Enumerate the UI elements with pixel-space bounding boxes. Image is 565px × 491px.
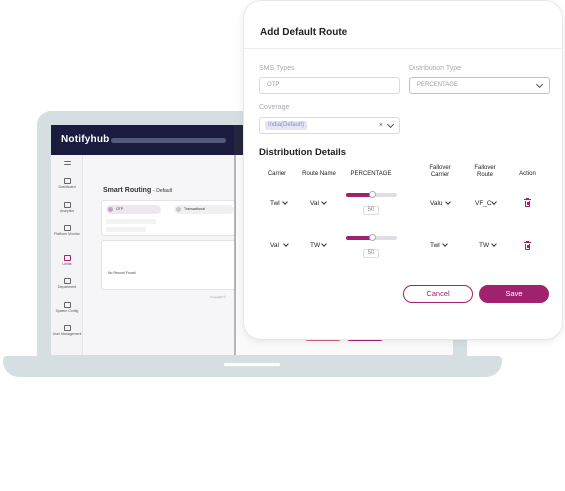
analytics-icon (63, 202, 71, 208)
sidebar-item-label: Department (57, 285, 77, 289)
slider-thumb[interactable] (368, 191, 376, 198)
sidebar-item-user-management[interactable]: User Management (51, 325, 83, 336)
coverage-chip: India(Default) (265, 121, 308, 130)
chevron-down-icon (442, 241, 448, 247)
route-name-select[interactable]: Val (310, 200, 319, 207)
column-header-carrier: Carrier (267, 171, 287, 177)
trash-icon[interactable] (524, 241, 531, 250)
sidebar-item-label: Limits (62, 262, 72, 266)
page-subtitle: - Default (153, 188, 173, 194)
divider (244, 48, 562, 49)
sidebar-item-label: User Management (52, 332, 82, 336)
chevron-down-icon (491, 199, 497, 205)
placeholder-field (106, 219, 156, 224)
eye-icon (63, 225, 71, 231)
laptop-notch (224, 363, 280, 366)
sidebar-item-dashboard[interactable]: Dashboard (51, 178, 83, 189)
fallover-route-select[interactable]: VF_C (475, 200, 492, 207)
routes-table-card: No Record Found (101, 240, 236, 290)
cancel-button[interactable]: Cancel (403, 285, 473, 303)
section-title: Distribution Details (259, 147, 347, 158)
sidebar-item-label: Platform Monitor (54, 232, 80, 236)
chevron-down-icon (535, 80, 544, 89)
sidebar-item-label: Dashboard (58, 185, 76, 189)
slider-thumb[interactable] (368, 234, 376, 241)
laptop-base (3, 356, 502, 377)
routing-type-card: OTP Transactional (101, 200, 236, 236)
percentage-input[interactable]: 50 (363, 206, 379, 215)
menu-icon[interactable] (51, 161, 83, 166)
column-header-percentage: PERCENTAGE (350, 171, 392, 177)
topbar-placeholder (111, 138, 226, 143)
sidebar-item-system-config[interactable]: System Config (51, 302, 83, 313)
gear-icon (63, 302, 71, 308)
carrier-select[interactable]: Val (270, 242, 279, 249)
column-header-action: Action (519, 171, 536, 177)
close-icon[interactable]: × (379, 118, 383, 133)
distribution-type-select[interactable]: PERCENTAGE (409, 77, 550, 94)
department-icon (63, 278, 71, 284)
add-default-route-modal: Add Default Route SMS Types OTP Distribu… (243, 0, 563, 340)
app-sidebar: Dashboard Analytics Platform Monitor Lim… (51, 155, 83, 355)
percentage-slider[interactable] (346, 234, 397, 241)
placeholder-field (106, 227, 146, 232)
fallover-route-select[interactable]: TW (479, 242, 489, 249)
carrier-select[interactable]: Twl (270, 200, 280, 207)
footer-text: Copyright © (210, 295, 226, 299)
sidebar-item-label: Analytics (59, 209, 74, 213)
coverage-select[interactable]: India(Default) × (259, 117, 400, 134)
empty-message: No Record Found (108, 271, 136, 275)
percentage-slider[interactable] (346, 191, 397, 198)
slider-fill (346, 193, 372, 197)
column-header-route-name: Route Name (302, 171, 336, 177)
sidebar-item-limits[interactable]: Limits (51, 255, 83, 266)
column-header-fallover-carrier: Fallover Carrier (429, 165, 451, 178)
percentage-input[interactable]: 50 (363, 249, 379, 258)
chevron-down-icon (445, 199, 451, 205)
fallover-carrier-select[interactable]: Valu (430, 200, 443, 207)
dashboard-icon (63, 178, 71, 184)
sms-types-value: OTP (267, 82, 280, 88)
route-name-select[interactable]: TW (310, 242, 320, 249)
column-header-fallover-route: Fallover Route (474, 165, 496, 178)
trash-icon[interactable] (524, 198, 531, 207)
sms-types-label: SMS Types (259, 65, 295, 72)
chevron-down-icon[interactable] (386, 120, 395, 129)
limits-icon (63, 255, 71, 261)
sidebar-item-label: System Config (55, 309, 79, 313)
chevron-down-icon (283, 241, 289, 247)
tab-transactional[interactable]: Transactional (174, 205, 234, 214)
modal-title: Add Default Route (260, 27, 348, 38)
chevron-down-icon (321, 199, 327, 205)
distribution-type-value: PERCENTAGE (417, 82, 458, 88)
slider-fill (346, 236, 372, 240)
sidebar-item-platform-monitor[interactable]: Platform Monitor (51, 225, 83, 236)
distribution-type-label: Distribution Type (409, 65, 462, 72)
brand-logo: Notifyhub (61, 134, 110, 145)
coverage-label: Coverage (259, 104, 290, 111)
sidebar-item-analytics[interactable]: Analytics (51, 202, 83, 213)
user-icon (63, 325, 71, 331)
sidebar-item-department[interactable]: Department (51, 278, 83, 289)
chevron-down-icon (282, 199, 288, 205)
tab-otp[interactable]: OTP (106, 205, 161, 214)
save-button[interactable]: Save (479, 285, 549, 303)
chevron-down-icon (491, 241, 497, 247)
page-title: Smart Routing - Default (103, 187, 173, 194)
chevron-down-icon (321, 241, 327, 247)
sms-types-field[interactable]: OTP (259, 77, 400, 94)
fallover-carrier-select[interactable]: Twl (430, 242, 440, 249)
